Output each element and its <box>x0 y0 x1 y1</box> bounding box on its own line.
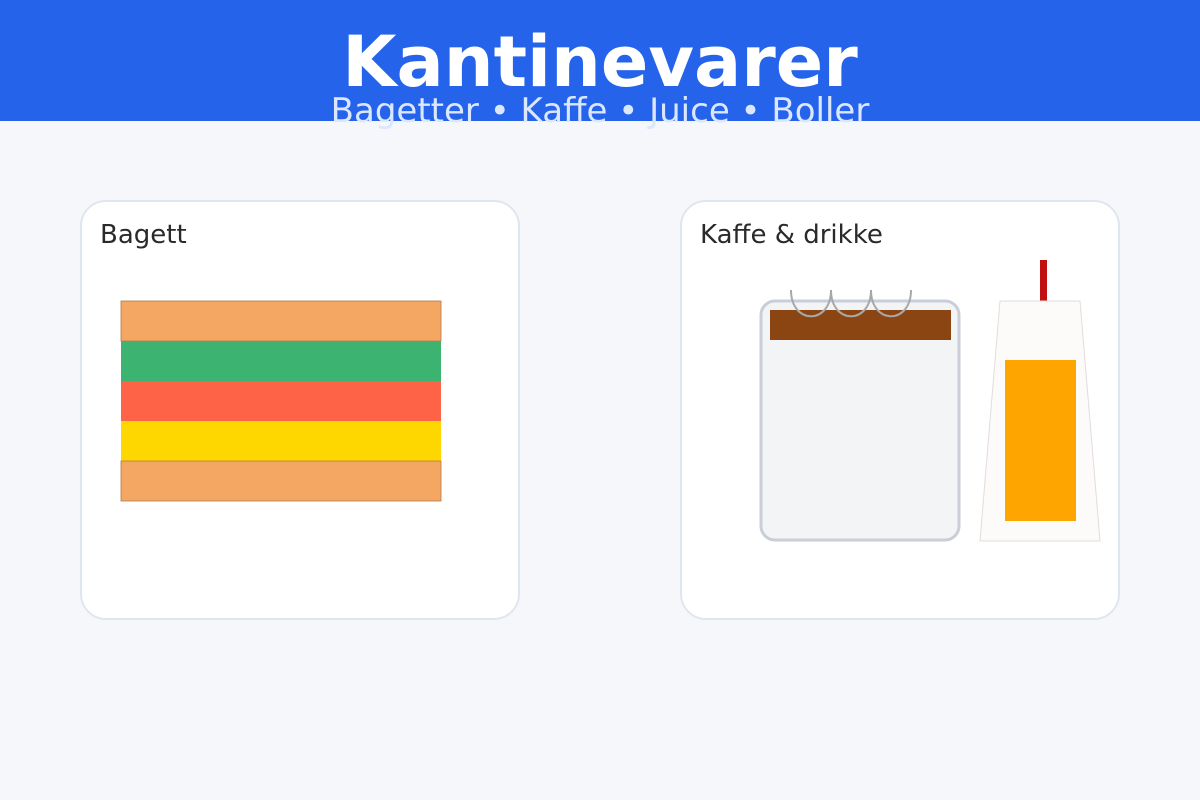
baguette-card[interactable]: Bagett <box>80 200 520 620</box>
straw <box>1040 260 1047 302</box>
header-banner: Kantinevarer Bagetter • Kaffe • Juice • … <box>0 0 1200 131</box>
page-subtitle: Bagetter • Kaffe • Juice • Boller <box>330 91 870 131</box>
juice-fill <box>1005 360 1076 521</box>
cheese-layer <box>121 421 441 461</box>
drinks-illustration <box>759 260 1101 542</box>
bread-bottom-layer <box>120 460 442 502</box>
lettuce-layer <box>121 341 441 381</box>
tomato-layer <box>121 381 441 421</box>
bread-top-layer <box>120 300 442 342</box>
baguette-illustration <box>120 300 442 502</box>
drinks-card[interactable]: Kaffe & drikke <box>680 200 1120 620</box>
